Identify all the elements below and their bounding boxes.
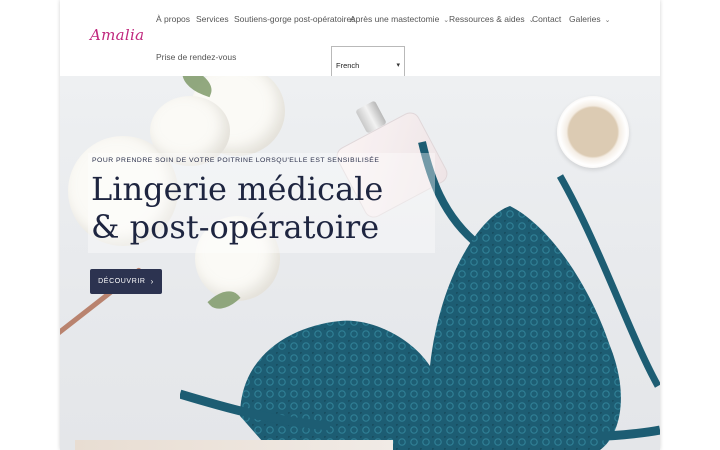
button-label: DÉCOUVRIR (98, 278, 146, 285)
hero-title: Lingerie médicale & post-opératoire (91, 170, 431, 246)
nav-item-galeries[interactable]: Galeries ⌄ (569, 14, 611, 24)
hero-title-line-2: & post-opératoire (91, 208, 380, 246)
arrow-right-icon: › (150, 277, 154, 286)
next-section-preview (75, 440, 393, 450)
nav-item-rendez-vous[interactable]: Prise de rendez-vous (156, 52, 236, 62)
chevron-down-icon: ⌄ (604, 17, 611, 24)
nav-label: Soutiens-gorge post-opératoires (234, 14, 356, 24)
nav-label: Ressources & aides (449, 14, 525, 24)
site-logo[interactable]: Amalia (90, 26, 144, 44)
nav-label: Services (196, 14, 229, 24)
nav-item-apres-mastectomie[interactable]: Après une mastectomie ⌄ (350, 14, 449, 24)
nav-item-soutiens-gorge[interactable]: Soutiens-gorge post-opératoires (234, 14, 355, 24)
site-header: Amalia À propos Services Soutiens-gorge … (60, 0, 660, 84)
hero-section: POUR PRENDRE SOIN DE VOTRE POITRINE LORS… (60, 76, 660, 450)
hero-title-line-1: Lingerie médicale (91, 170, 384, 208)
nav-label: Après une mastectomie (350, 14, 440, 24)
nav-item-services[interactable]: Services (196, 14, 229, 24)
hero-kicker: POUR PRENDRE SOIN DE VOTRE POITRINE LORS… (92, 157, 380, 164)
nav-label: À propos (156, 14, 191, 24)
chevron-down-icon: ▾ (396, 62, 400, 69)
nav-item-ressources[interactable]: Ressources & aides ⌄ (449, 14, 534, 24)
page-container: Amalia À propos Services Soutiens-gorge … (60, 0, 660, 450)
decouvrir-button[interactable]: DÉCOUVRIR › (90, 269, 162, 294)
nav-label: Prise de rendez-vous (156, 52, 237, 62)
language-select-value: French (336, 60, 360, 70)
nav-label: Contact (532, 14, 562, 24)
nav-item-a-propos[interactable]: À propos (156, 14, 190, 24)
nav-label: Galeries (569, 14, 601, 24)
nav-item-contact[interactable]: Contact (532, 14, 561, 24)
